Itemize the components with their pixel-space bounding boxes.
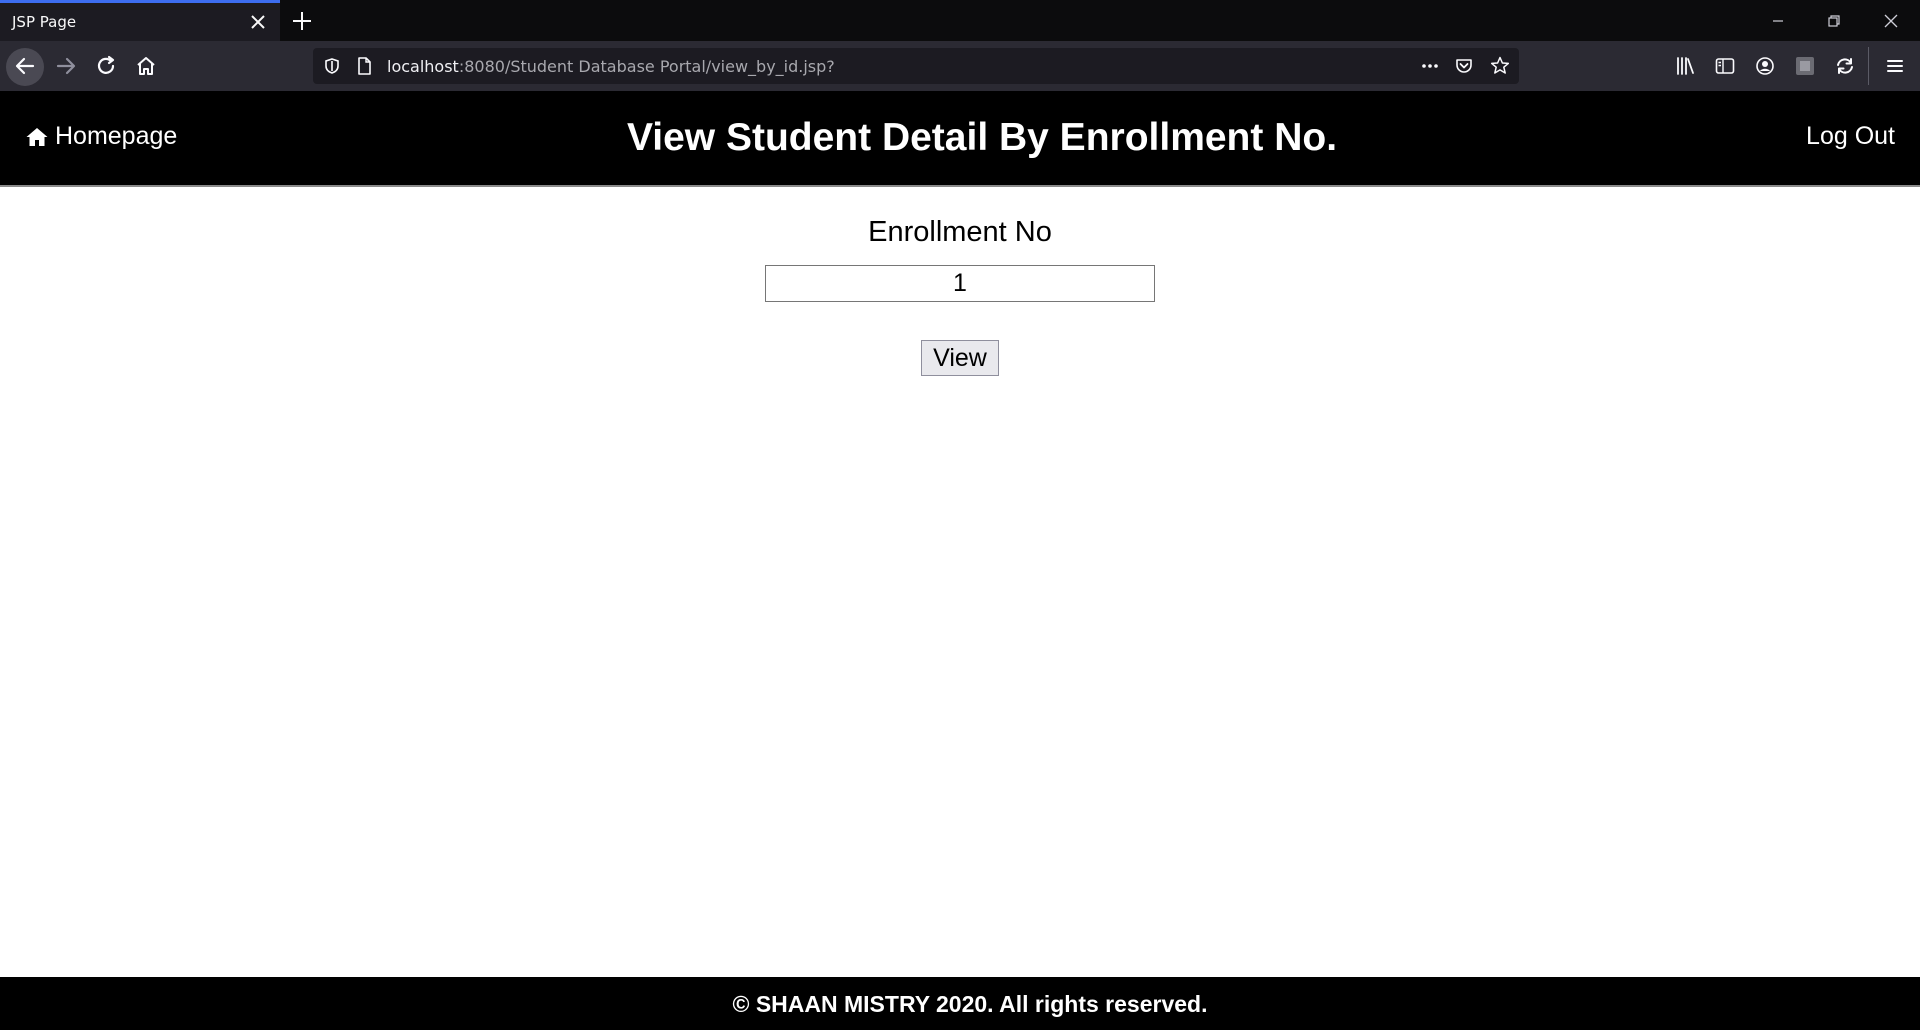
toolbar-separator — [1868, 47, 1869, 85]
page-actions-more-icon[interactable] — [1419, 55, 1441, 77]
page-info-icon[interactable] — [353, 55, 375, 77]
back-arrow-icon[interactable] — [9, 50, 41, 82]
enrollment-no-label: Enrollment No — [868, 216, 1052, 248]
site-header: Homepage View Student Detail By Enrollme… — [0, 91, 1920, 187]
browser-tab[interactable]: JSP Page — [0, 0, 280, 41]
new-tab-icon[interactable] — [289, 8, 315, 34]
view-button[interactable]: View — [921, 340, 999, 376]
forward-arrow-icon[interactable] — [50, 50, 82, 82]
copyright-text: © SHAAN MISTRY 2020. All rights reserved… — [732, 991, 1208, 1017]
tab-title: JSP Page — [12, 13, 77, 31]
browser-navigation-bar: localhost:8080/Student Database Portal/v… — [0, 41, 1920, 91]
pocket-icon[interactable] — [1453, 55, 1475, 77]
reload-icon[interactable] — [90, 50, 122, 82]
home-icon[interactable] — [130, 50, 162, 82]
url-host: localhost — [387, 57, 459, 76]
tracking-protection-shield-icon[interactable] — [321, 55, 343, 77]
hamburger-menu-icon[interactable] — [1883, 54, 1907, 78]
enrollment-no-input[interactable] — [765, 265, 1155, 302]
logout-link[interactable]: Log Out — [1806, 122, 1895, 151]
sidebar-icon[interactable] — [1713, 54, 1737, 78]
close-tab-icon[interactable] — [247, 11, 269, 33]
minimize-icon[interactable] — [1765, 8, 1791, 34]
account-icon[interactable] — [1753, 54, 1777, 78]
sync-icon[interactable] — [1833, 54, 1857, 78]
browser-tab-bar: JSP Page — [0, 0, 1920, 41]
page-title: View Student Detail By Enrollment No. — [626, 116, 1338, 159]
url-text[interactable]: localhost:8080/Student Database Portal/v… — [387, 57, 835, 76]
site-footer: © SHAAN MISTRY 2020. All rights reserved… — [0, 977, 1920, 1030]
library-icon[interactable] — [1673, 54, 1697, 78]
close-window-icon[interactable] — [1878, 8, 1904, 34]
url-bar[interactable]: localhost:8080/Student Database Portal/v… — [313, 48, 1519, 84]
restore-icon[interactable] — [1821, 8, 1847, 34]
url-path: :8080/Student Database Portal/view_by_id… — [458, 57, 835, 76]
bookmark-star-icon[interactable] — [1489, 55, 1511, 77]
extension-icon[interactable] — [1793, 54, 1817, 78]
